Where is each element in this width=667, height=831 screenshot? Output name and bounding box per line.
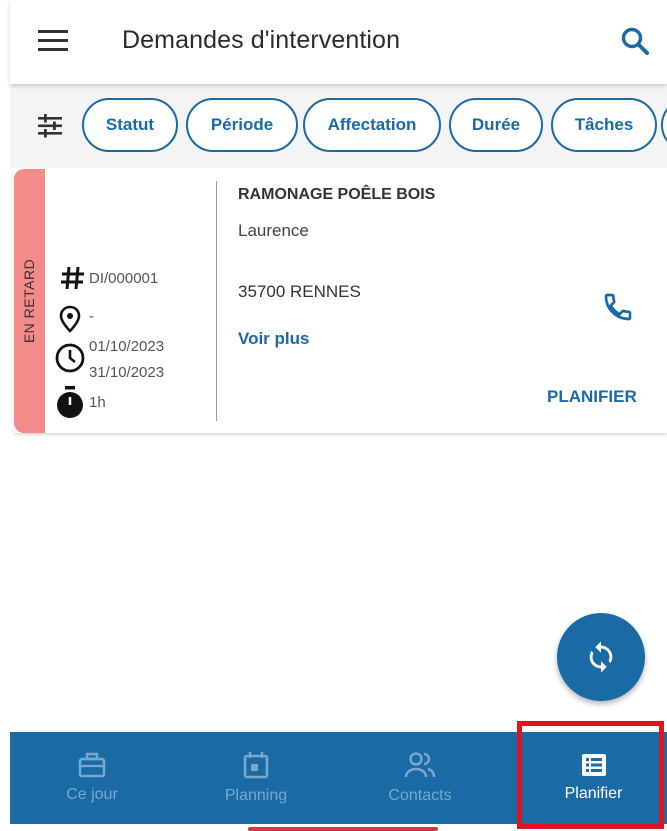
timer-icon <box>57 386 83 418</box>
job-title: RAMONAGE POÊLE BOIS <box>238 186 436 203</box>
nav-planning[interactable]: Planning <box>174 732 338 824</box>
briefcase-icon <box>78 752 106 778</box>
client-name: Laurence <box>238 221 309 240</box>
nav-ce-jour[interactable]: Ce jour <box>10 732 174 824</box>
app-bar: Demandes d'intervention <box>10 0 667 84</box>
see-more-link[interactable]: Voir plus <box>238 329 309 349</box>
sync-button[interactable] <box>557 613 645 701</box>
sync-icon <box>589 641 613 673</box>
highlight-frame <box>517 721 664 829</box>
search-icon[interactable] <box>620 26 650 56</box>
tune-icon[interactable] <box>36 112 64 140</box>
menu-icon[interactable] <box>38 28 68 54</box>
filter-chip-taches[interactable]: Tâches <box>551 98 657 152</box>
duration-value: 1h <box>89 394 106 411</box>
start-date: 01/10/2023 <box>89 338 165 355</box>
filter-bar: Statut Période Affectation Durée Tâches <box>10 84 667 168</box>
nav-contacts[interactable]: Contacts <box>338 732 502 824</box>
hash-icon <box>61 266 84 290</box>
nav-label: Contacts <box>388 787 452 804</box>
location-value: - <box>89 308 94 325</box>
calendar-icon <box>243 752 269 779</box>
reference-number: DI/000001 <box>89 270 159 287</box>
status-badge: EN RETARD <box>21 258 37 344</box>
phone-icon[interactable] <box>602 291 634 323</box>
filter-chip-duree[interactable]: Durée <box>449 98 543 152</box>
filter-chip-periode[interactable]: Période <box>186 98 298 152</box>
clock-icon <box>55 343 85 373</box>
filter-chip-affectation[interactable]: Affectation <box>303 98 441 152</box>
late-status-strip: EN RETARD <box>14 169 45 433</box>
nav-label: Planning <box>224 787 288 804</box>
filter-chip-overflow[interactable] <box>661 98 667 152</box>
intervention-card[interactable]: EN RETARD DI/000001 - 01/10/2023 31/10/2… <box>14 169 667 433</box>
contacts-icon <box>404 752 436 778</box>
end-date: 31/10/2023 <box>89 364 165 381</box>
page-title: Demandes d'intervention <box>122 26 401 54</box>
home-indicator <box>248 827 438 831</box>
filter-chip-statut[interactable]: Statut <box>82 98 178 152</box>
client-city: 35700 RENNES <box>238 282 361 301</box>
nav-label: Ce jour <box>66 786 118 803</box>
location-icon <box>59 305 81 333</box>
plan-button[interactable]: PLANIFIER <box>547 387 637 407</box>
card-divider <box>216 181 217 421</box>
